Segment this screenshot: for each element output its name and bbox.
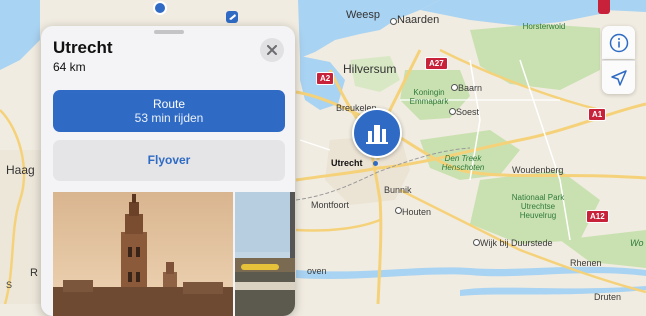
map-label-utrecht: Utrecht — [331, 158, 363, 168]
map-label-haag: Haag — [6, 163, 35, 177]
road-shield-a27: A27 — [425, 57, 448, 70]
map-label-houten: Houten — [402, 207, 432, 217]
map-dot-wijk — [473, 239, 480, 246]
map-label-weesp: Weesp — [346, 9, 381, 21]
road-shield-a1: A1 — [588, 108, 607, 121]
location-arrow-icon — [610, 69, 627, 86]
close-button[interactable] — [260, 38, 284, 62]
map-label-soest: Soest — [456, 107, 480, 117]
map-label-horsterwold: Horsterwold — [522, 22, 566, 31]
landmark-icon — [366, 125, 388, 144]
map-label-naarden: Naarden — [397, 14, 440, 26]
place-card: Utrecht 64 km Route 53 min rijden Flyove… — [41, 26, 295, 316]
map-dot-baarn — [451, 84, 458, 91]
place-photo-canal[interactable] — [235, 192, 295, 316]
map-label-culemborg-partial: oven — [307, 266, 327, 276]
map-label-wijk-bij-duurstede: Wijk bij Duurstede — [480, 238, 553, 248]
map-label-montfoort: Montfoort — [311, 200, 350, 210]
map-label-woudenberg: Woudenberg — [512, 165, 564, 175]
map-dot-houten — [395, 207, 402, 214]
current-location-button[interactable] — [602, 60, 635, 94]
road-shield-a12: A12 — [586, 210, 609, 223]
road-shield-a2: A2 — [316, 72, 335, 85]
info-icon — [609, 33, 628, 52]
utrecht-map-pin[interactable] — [352, 108, 402, 158]
map-label-nationaal-park: Nationaal Park Utrechtse Heuvelrug — [511, 193, 565, 220]
map-label-r-partial: R — [30, 267, 38, 279]
map-label-druten: Druten — [594, 292, 622, 302]
map-label-bunnik: Bunnik — [384, 185, 412, 195]
map-label-s-partial: S — [6, 280, 13, 290]
map-label-baarn: Baarn — [458, 83, 483, 93]
map-dot-naarden — [390, 18, 397, 25]
map-label-den-treek: Den Treek Henschoten — [441, 154, 485, 172]
map-label-koningin-emmapark: Koningin Emmapark — [409, 88, 449, 106]
map-label-rhenen: Rhenen — [570, 258, 602, 268]
map-dot-soest — [449, 108, 456, 115]
close-icon — [267, 45, 277, 55]
route-duration: 53 min rijden — [134, 111, 204, 125]
place-photo-dom-tower[interactable] — [53, 192, 233, 316]
utrecht-pin-dot — [373, 161, 378, 166]
map-label-hilversum: Hilversum — [343, 62, 397, 76]
route-button[interactable]: Route 53 min rijden — [53, 90, 285, 132]
sheet-grabber[interactable] — [154, 30, 184, 34]
place-title: Utrecht — [53, 38, 113, 57]
info-button[interactable] — [602, 26, 635, 59]
flyover-button[interactable]: Flyover — [53, 140, 285, 181]
top-right-button-partial[interactable] — [598, 0, 610, 14]
map-label-wo-partial: Wo — [630, 238, 644, 248]
place-distance: 64 km — [53, 60, 86, 74]
route-label: Route — [152, 97, 186, 111]
